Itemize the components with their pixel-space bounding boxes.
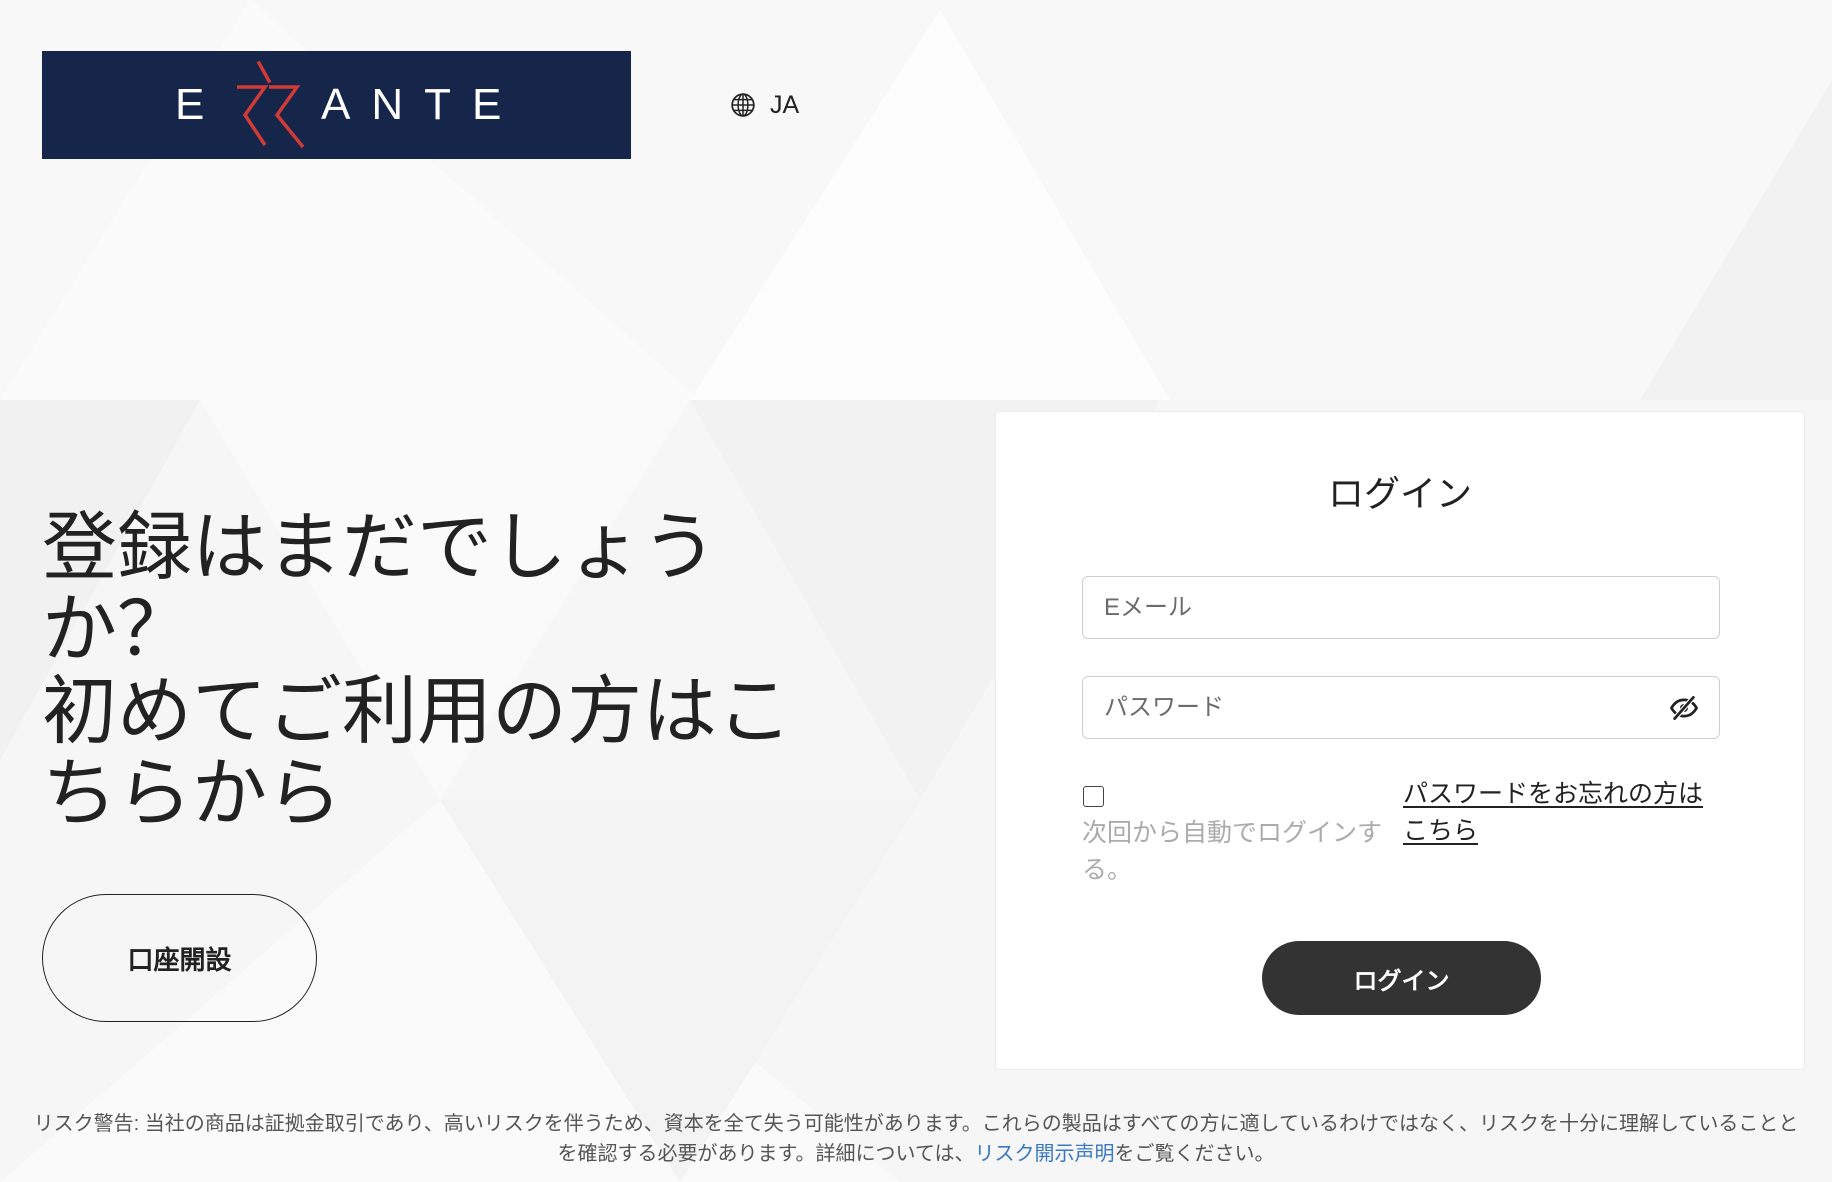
risk-warning-line-2: を確認する必要があります。詳細については、リスク開示声明をご覧ください。 xyxy=(0,1139,1832,1169)
login-title: ログイン xyxy=(1327,473,1472,514)
logo-letters-ante: ANTE xyxy=(321,80,523,129)
risk-warning: リスク警告: 当社の商品は証拠金取引であり、高いリスクを伴うため、資本を全て失う… xyxy=(0,1109,1832,1169)
password-visibility-toggle[interactable] xyxy=(1668,692,1700,724)
risk-disclosure-link[interactable]: リスク開示声明 xyxy=(975,1143,1115,1165)
password-field-wrapper xyxy=(1082,676,1720,739)
forgot-password-link[interactable]: パスワードをお忘れの方はこちら xyxy=(1403,776,1713,850)
open-account-button[interactable]: 口座開設 xyxy=(42,894,317,1022)
password-input[interactable] xyxy=(1082,676,1720,739)
risk-warning-text: を確認する必要があります。詳細については、 xyxy=(557,1143,975,1165)
remember-label: 次回から自動でログインする。 xyxy=(1082,819,1383,884)
remember-checkbox[interactable] xyxy=(1083,786,1104,807)
risk-warning-text-end: をご覧ください。 xyxy=(1114,1143,1275,1165)
email-field-wrapper xyxy=(1082,576,1720,639)
globe-icon xyxy=(731,93,755,117)
language-label: JA xyxy=(770,91,800,119)
login-button[interactable]: ログイン xyxy=(1262,941,1541,1015)
login-card: ログイン 次回から自動でログインする。 パスワードをお忘れの方はこちら ログイン xyxy=(995,411,1805,1070)
logo-rr-mark xyxy=(237,61,305,149)
register-heading: 登録はまだでしょうか？ 初めてご利用の方はこちらから xyxy=(42,506,832,834)
login-page: E ANTE JA 登録はまだでしょうか？ 初めてご利用の方はこちらから 口座開… xyxy=(0,0,1832,1182)
register-heading-line-2: 初めてご利用の方はこちらから xyxy=(42,669,793,835)
logo-letter-e: E xyxy=(175,80,205,129)
eye-slash-icon xyxy=(1669,694,1699,722)
errante-logo[interactable]: E ANTE xyxy=(42,51,631,159)
register-heading-line-1: 登録はまだでしょうか？ xyxy=(42,505,718,671)
email-input[interactable] xyxy=(1082,576,1720,639)
language-selector[interactable]: JA xyxy=(730,91,799,119)
risk-warning-line-1: リスク警告: 当社の商品は証拠金取引であり、高いリスクを伴うため、資本を全て失う… xyxy=(33,1113,1799,1135)
